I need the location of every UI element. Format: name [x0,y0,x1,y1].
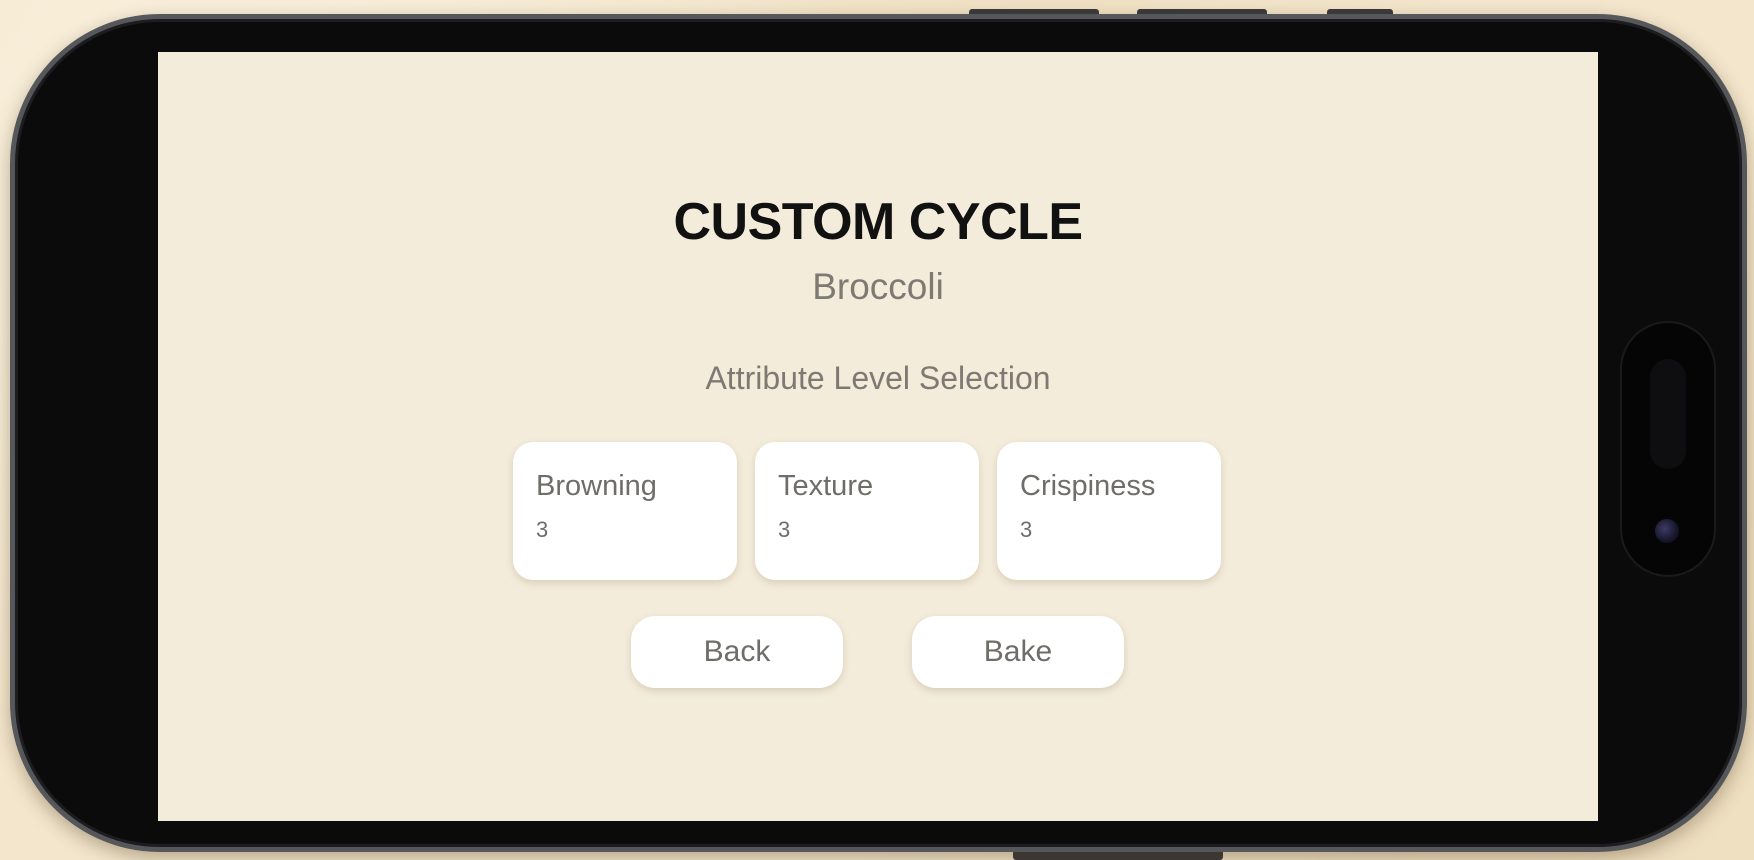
sensor-housing [1650,359,1686,469]
food-name: Broccoli [812,266,944,307]
dynamic-island [1620,321,1716,577]
attribute-card-texture[interactable]: Texture 3 [755,442,979,580]
section-heading: Attribute Level Selection [705,360,1051,396]
attribute-cards: Browning 3 Texture 3 Crispiness 3 [513,442,1221,580]
attribute-value: 3 [778,517,791,542]
attribute-label: Crispiness [1020,470,1156,502]
bake-button[interactable]: Bake [912,616,1124,688]
app-screen: CUSTOM CYCLE Broccoli Attribute Level Se… [158,52,1598,821]
attribute-value: 3 [536,517,549,542]
attribute-card-crispiness[interactable]: Crispiness 3 [997,442,1221,580]
attribute-label: Texture [778,470,874,502]
back-button[interactable]: Back [631,616,843,688]
page-title: CUSTOM CYCLE [673,193,1083,251]
attribute-card-browning[interactable]: Browning 3 [513,442,737,580]
attribute-value: 3 [1020,517,1033,542]
side-hardware-button [1013,852,1223,860]
camera-icon [1655,519,1679,543]
attribute-label: Browning [536,470,657,502]
